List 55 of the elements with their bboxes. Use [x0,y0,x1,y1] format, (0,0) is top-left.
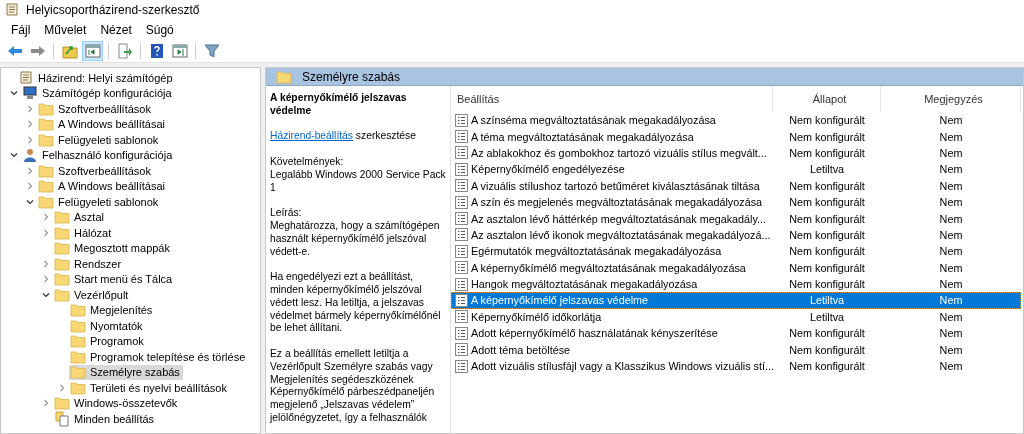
setting-row[interactable]: A színséma megváltoztatásának megakadályozása Nem konfigurált Nem [451,112,1021,129]
tree-item[interactable]: Szoftverbeállítások [37,101,154,117]
tree-item[interactable]: Hálózat [53,225,115,241]
setting-row[interactable]: Egérmutatók megváltoztatásának megakadályozása Nem konfigurált Nem [451,243,1021,260]
setting-row[interactable]: Az ablakokhoz és gombokhoz tartozó vizuális stílus megvált... Nem konfigurált Nem [451,144,1021,162]
description-paragraph: Követelmények: Legalább Windows 2000 Service Pack 1 [270,156,446,195]
window-title: Helyicsoportházirend-szerkesztő [26,3,200,17]
menu-item[interactable]: Fájl [4,22,38,38]
setting-row[interactable]: Adott téma betöltése Nem konfigurált Nem [451,341,1021,358]
setting-row[interactable]: Adott képernyőkímélő használatának kényszerítése Nem konfigurált Nem [451,325,1021,342]
tree-item[interactable]: A Windows beállításai [37,178,168,194]
column-header[interactable]: Állapot [773,86,881,112]
edit-policy-text: Házirend-beállítás szerkesztése [270,130,417,144]
setting-row[interactable]: A vizuális stílushoz tartozó betűméret kiválasztásának tiltása Nem konfigurált Nem [451,177,1021,194]
tree-item[interactable]: Házirend: Helyi számítógép [17,70,176,86]
setting-row[interactable]: Képernyőkímélő engedélyezése Letiltva Nem [451,161,1021,178]
column-header[interactable]: Beállítás [451,86,773,112]
menu-item[interactable]: Művelet [37,22,94,38]
tree-item[interactable]: Területi és nyelvi beállítások [69,380,230,396]
setting-title: A képernyőkímélő jelszavas védelme [270,92,408,118]
tree-item[interactable]: Szoftverbeállítások [37,163,154,179]
tree-item[interactable]: Felügyeleti sablonok [37,194,162,210]
description-paragraph: Leírás: Meghatározza, hogy a számítógépen használt képernyőkímélő jelszóval védett-e. [270,207,441,259]
description-paragraph: Ez a beállítás emellett letiltja a Vezérlőpult Személyre szabás vagy Megjelenítés segédeszközének Képernyőkímélő párbeszédpaneljén megjelenő „Jelszavas védelem” jelölőnégyzetet, így a felhasználók [270,347,436,425]
tree-item[interactable]: Start menü és Tálca [53,271,176,287]
tree-item[interactable]: Felügyeleti sablonok [37,132,162,148]
description-paragraph: Ha engedélyezi ezt a beállítást, minden képernyőkímélő jelszóval védett lesz. Ha letiltja, a jelszavas védelmet bármely képernyőkímélőnél be lehet állítani. [270,271,442,336]
tree-item[interactable]: Programok telepítése és törlése [69,349,249,365]
tree-item[interactable]: Megosztott mappák [53,240,173,256]
tree-item[interactable]: Asztal [53,209,107,225]
setting-row[interactable]: A képernyőkímélő megváltoztatásának megakadályozása Nem konfigurált Nem [451,259,1021,276]
tree-item[interactable]: Windows-összetevők [53,395,181,411]
setting-row[interactable]: Képernyőkímélő időkorlátja Letiltva Nem [451,308,1021,326]
tree-item[interactable]: Személyre szabás [69,364,183,380]
setting-row[interactable]: A szín és megjelenés megváltoztatásának megakadályozása Nem konfigurált Nem [451,193,1021,211]
setting-row[interactable]: A téma megváltoztatásának megakadályozása Nem konfigurált Nem [451,128,1021,145]
setting-row[interactable]: A képernyőkímélő jelszavas védelme Letiltva Nem [451,292,1021,309]
setting-row[interactable]: Az asztalon lévő ikonok megváltoztatásának megakadályozá... Nem konfigurált Nem [451,226,1021,244]
menu-item[interactable]: Nézet [93,22,139,38]
menu-item[interactable]: Súgó [138,22,181,38]
setting-row[interactable]: Az asztalon lévő háttérkép megváltoztatásának megakadály... Nem konfigurált Nem [451,210,1021,227]
panel-title: Személyre szabás [302,69,401,84]
setting-row[interactable]: Adott vizuális stílusfájl vagy a Klasszikus Windows vizuális stí... Nem konfigurált Nem [451,357,1021,375]
tree-item[interactable]: Felhasználó konfigurációja [21,147,176,163]
tree-item[interactable]: Rendszer [53,256,125,272]
tree-item[interactable]: A Windows beállításai [37,116,168,132]
tree-item[interactable]: Számítógép konfigurációja [21,85,175,101]
column-header[interactable]: Megjegyzés [881,86,1021,112]
tree-item[interactable]: Megjelenítés [69,302,156,318]
tree-item[interactable]: Nyomtatók [69,318,146,334]
setting-row[interactable]: Hangok megváltoztatásának megakadályozása Nem konfigurált Nem [451,275,1021,293]
policy-setting-link[interactable]: Házirend-beállítás [270,130,353,142]
tree-item[interactable]: Vezérlőpult [53,287,132,303]
tree-item[interactable]: Minden beállítás [53,411,158,427]
tree-item[interactable]: Programok [69,333,147,349]
